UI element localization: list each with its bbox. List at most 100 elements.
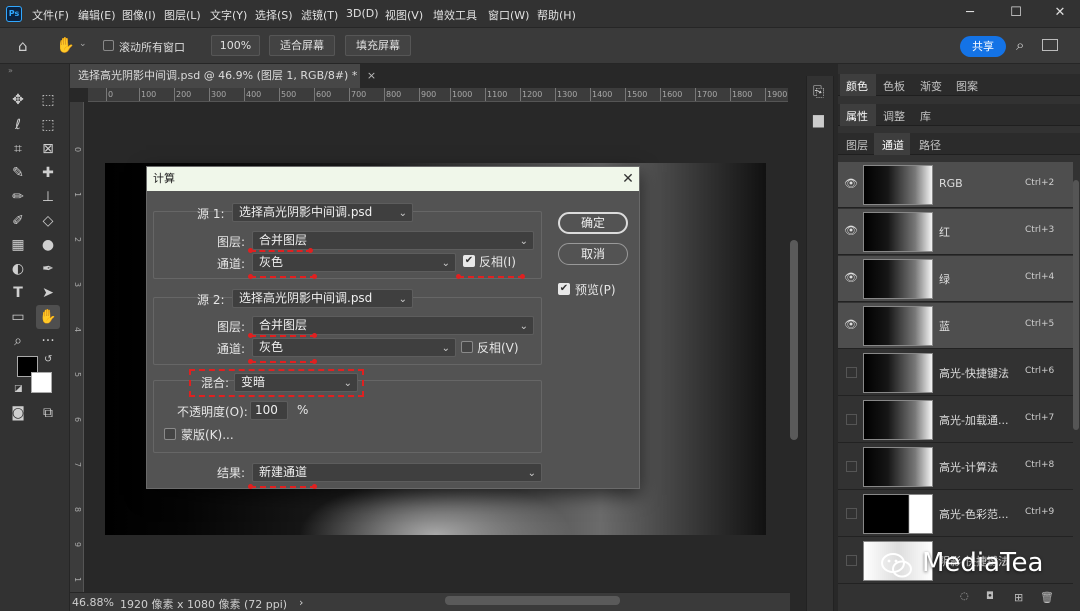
fill-screen-button[interactable]: 填充屏幕 <box>345 35 411 56</box>
tab-patterns[interactable]: 图案 <box>956 78 978 94</box>
screen-mode-icon[interactable]: ⧉ <box>36 401 60 425</box>
tab-paths[interactable]: 路径 <box>919 137 941 153</box>
zoom-100-button[interactable]: 100% <box>211 35 260 56</box>
workspace-icon[interactable] <box>1042 39 1058 51</box>
menu-select[interactable]: 选择(S) <box>255 7 293 23</box>
tab-layers[interactable]: 图层 <box>846 137 868 153</box>
pen-tool-icon[interactable]: ✒ <box>36 257 60 281</box>
menu-type[interactable]: 文字(Y) <box>210 7 247 23</box>
mask-checkbox[interactable] <box>164 428 176 440</box>
load-selection-icon[interactable]: ◌ <box>960 591 969 602</box>
visibility-toggle[interactable] <box>846 367 857 378</box>
toolbar-collapse-icon[interactable]: » <box>8 66 13 75</box>
more-tools-icon[interactable]: ··· <box>36 329 60 353</box>
fit-screen-button[interactable]: 适合屏幕 <box>269 35 335 56</box>
frame-tool-icon[interactable]: ⊠ <box>36 137 60 161</box>
document-tab[interactable]: 选择高光阴影中间调.psd @ 46.9% (图层 1, RGB/8#) * × <box>70 64 376 88</box>
delete-channel-icon[interactable]: 🗑 <box>1040 591 1054 604</box>
opacity-input[interactable]: 100 <box>250 401 288 420</box>
visibility-eye-icon[interactable]: 👁 <box>844 271 858 285</box>
invert2-checkbox[interactable] <box>461 341 473 353</box>
invert1-checkbox[interactable]: ✔ <box>463 255 475 267</box>
visibility-toggle[interactable] <box>846 461 857 472</box>
tab-channels[interactable]: 通道 <box>882 137 904 153</box>
quick-mask-icon[interactable]: ◙ <box>6 401 30 425</box>
result-select[interactable]: 新建通道 ⌄ <box>252 463 542 482</box>
object-select-tool-icon[interactable]: ⬚ <box>36 113 60 137</box>
ok-button[interactable]: 确定 <box>558 212 628 234</box>
channel-row[interactable]: 高光-加载通... Ctrl+7 <box>838 397 1073 443</box>
search-icon[interactable]: ⌕ <box>1016 36 1024 54</box>
visibility-toggle[interactable] <box>846 414 857 425</box>
crop-tool-icon[interactable]: ⌗ <box>6 137 30 161</box>
channel-row[interactable]: 高光-快捷键法 Ctrl+6 <box>838 350 1073 396</box>
eraser-tool-icon[interactable]: ◇ <box>36 209 60 233</box>
tab-swatches[interactable]: 色板 <box>883 78 905 94</box>
channel-row[interactable]: 高光-色彩范... Ctrl+9 <box>838 491 1073 537</box>
menu-window[interactable]: 窗口(W) <box>488 7 529 23</box>
close-tab-icon[interactable]: × <box>367 69 376 82</box>
dialog-close-icon[interactable]: ✕ <box>617 168 639 190</box>
layer2-select[interactable]: 合并图层 ⌄ <box>252 316 534 335</box>
type-tool-icon[interactable]: T <box>6 281 30 305</box>
close-window-icon[interactable]: ✕ <box>1050 4 1070 22</box>
share-button[interactable]: 共享 <box>960 36 1006 57</box>
background-color-swatch[interactable] <box>31 372 52 393</box>
visibility-eye-icon[interactable]: 👁 <box>844 224 858 238</box>
tab-libraries[interactable]: 库 <box>920 108 931 124</box>
cancel-button[interactable]: 取消 <box>558 243 628 265</box>
layer1-select[interactable]: 合并图层 ⌄ <box>252 231 534 250</box>
menu-filter[interactable]: 滤镜(T) <box>301 7 338 23</box>
zoom-tool-icon[interactable]: ⌕ <box>6 329 30 353</box>
minimize-icon[interactable]: ─ <box>960 4 980 22</box>
channel-row[interactable]: 高光-计算法 Ctrl+8 <box>838 444 1073 490</box>
rectangle-tool-icon[interactable]: ▭ <box>6 305 30 329</box>
channel-row[interactable]: 👁 绿 Ctrl+4 <box>838 256 1073 302</box>
default-colors-icon[interactable]: ◪ <box>14 384 23 394</box>
channel1-select[interactable]: 灰色 ⌄ <box>252 253 456 272</box>
visibility-eye-icon[interactable]: 👁 <box>844 177 858 191</box>
menu-view[interactable]: 视图(V) <box>385 7 423 23</box>
menu-edit[interactable]: 编辑(E) <box>78 7 116 23</box>
mask-label[interactable]: 蒙版(K)... <box>181 426 234 443</box>
maximize-icon[interactable]: ☐ <box>1006 4 1026 22</box>
channel-row[interactable]: 👁 RGB Ctrl+2 <box>838 162 1073 208</box>
tab-gradients[interactable]: 渐变 <box>920 78 942 94</box>
tab-adjustments[interactable]: 调整 <box>883 108 905 124</box>
menu-layer[interactable]: 图层(L) <box>164 7 201 23</box>
horizontal-scrollbar[interactable] <box>445 596 620 605</box>
visibility-toggle[interactable] <box>846 555 857 566</box>
history-brush-icon[interactable]: ✐ <box>6 209 30 233</box>
channel2-select[interactable]: 灰色 ⌄ <box>252 338 456 357</box>
source1-file-select[interactable]: 选择高光阴影中间调.psd ⌄ <box>232 203 413 222</box>
panel-scrollbar[interactable] <box>1073 180 1079 430</box>
path-select-icon[interactable]: ➤ <box>36 281 60 305</box>
clone-stamp-icon[interactable]: ⊥ <box>36 185 60 209</box>
blur-tool-icon[interactable]: ● <box>36 233 60 257</box>
move-tool-icon[interactable]: ✥ <box>6 88 30 112</box>
hand-tool-icon[interactable]: ✋ <box>56 36 75 54</box>
history-panel-icon[interactable]: ⎘ <box>813 84 824 100</box>
new-channel-icon[interactable]: ⊞ <box>1014 591 1023 604</box>
healing-brush-icon[interactable]: ✚ <box>36 161 60 185</box>
brush-tool-icon[interactable]: ✏ <box>6 185 30 209</box>
tab-color[interactable]: 颜色 <box>846 78 868 94</box>
lasso-tool-icon[interactable]: ℓ <box>6 113 30 137</box>
preview-checkbox[interactable]: ✔ <box>558 283 570 295</box>
menu-plugins[interactable]: 增效工具 <box>433 7 477 23</box>
tool-preset-chevron-icon[interactable]: ⌄ <box>79 39 87 49</box>
comments-panel-icon[interactable]: ▆ <box>813 112 824 128</box>
eyedropper-tool-icon[interactable]: ✎ <box>6 161 30 185</box>
save-selection-icon[interactable]: ◘ <box>986 591 994 602</box>
scroll-all-checkbox[interactable] <box>103 40 114 51</box>
zoom-level[interactable]: 46.88% <box>72 596 114 609</box>
visibility-toggle[interactable] <box>846 508 857 519</box>
marquee-tool-icon[interactable]: ⬚ <box>36 88 60 112</box>
vertical-scrollbar[interactable] <box>790 240 798 440</box>
dodge-tool-icon[interactable]: ◐ <box>6 257 30 281</box>
source2-file-select[interactable]: 选择高光阴影中间调.psd ⌄ <box>232 289 413 308</box>
home-icon[interactable]: ⌂ <box>18 37 28 55</box>
menu-help[interactable]: 帮助(H) <box>537 7 576 23</box>
menu-3d[interactable]: 3D(D) <box>346 7 379 20</box>
channel-row[interactable]: 👁 红 Ctrl+3 <box>838 209 1073 255</box>
